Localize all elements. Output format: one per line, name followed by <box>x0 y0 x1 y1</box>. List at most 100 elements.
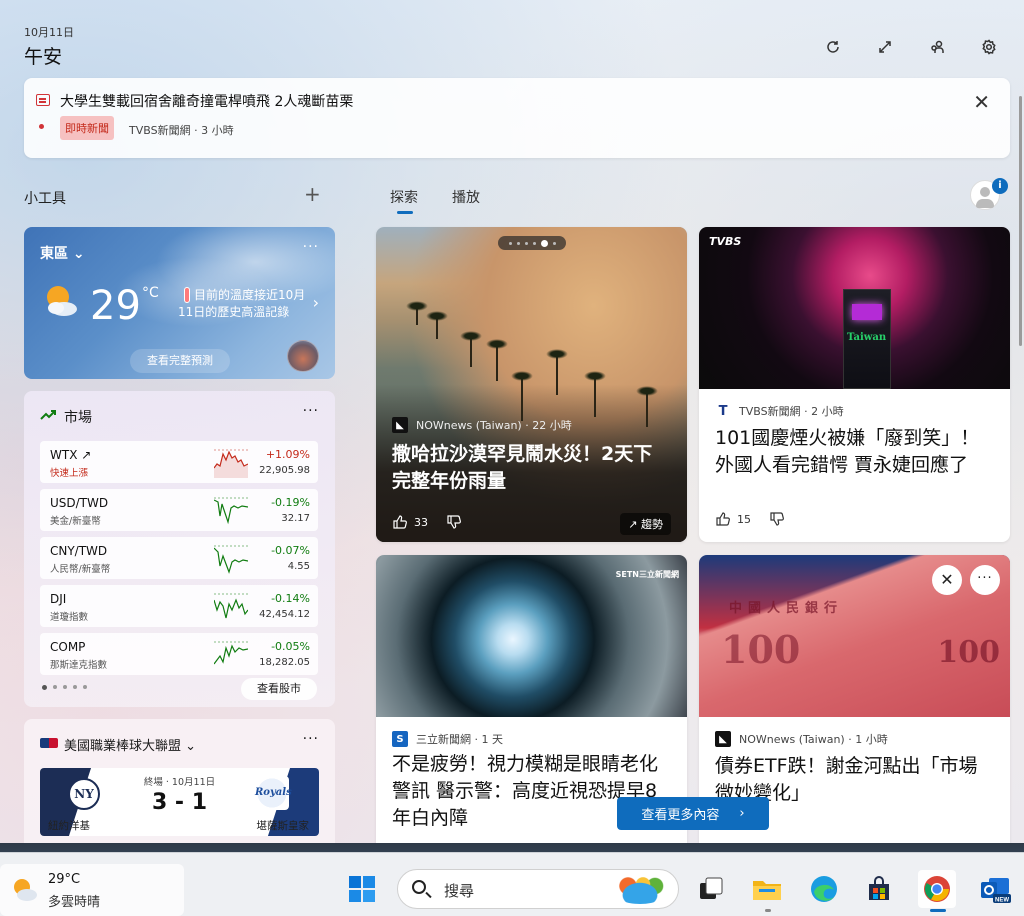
tab-explore[interactable]: 探索 <box>390 187 418 207</box>
search-icon <box>412 880 426 894</box>
svg-text:NEW: NEW <box>995 898 1009 904</box>
trending-badge: ↗ 趨勢 <box>620 513 671 535</box>
card-source: ◣ NOWnews (Taiwan) · 22 小時 <box>392 417 572 433</box>
news-icon <box>36 94 50 106</box>
ticker-value: 32.17 <box>281 513 310 524</box>
card-headline[interactable]: 101國慶煙火被嫌「廢到笑」！外國人看完錯愕 賈永婕回應了 <box>715 425 994 479</box>
ticker-name: 美金/新臺幣 <box>50 516 101 527</box>
tvbs-logo: T <box>715 403 731 419</box>
market-row[interactable]: WTX ↗ 快速上漲 +1.09% 22,905.98 <box>40 441 318 483</box>
edge-icon[interactable] <box>805 870 843 908</box>
ticker-change: -0.19% <box>271 496 310 509</box>
ticker-value: 4.55 <box>287 561 310 572</box>
ticker-change: -0.14% <box>271 592 310 605</box>
full-forecast-button[interactable]: 查看完整預測 <box>130 349 230 373</box>
banknotes-image: 中國人民銀行 100 100 <box>699 555 1010 717</box>
carousel-indicator[interactable] <box>498 236 566 250</box>
chevron-right-icon[interactable]: › <box>313 293 319 312</box>
sparkline-chart <box>214 545 248 574</box>
running-indicator <box>765 909 771 912</box>
breaking-news-title[interactable]: 大學生雙載回宿舍離奇撞電桿噴飛 2人魂斷苗栗 <box>60 91 353 111</box>
tab-active-indicator <box>397 211 413 214</box>
weather-map-thumbnail[interactable] <box>287 340 319 372</box>
team-left-name: 紐約洋基 <box>48 820 90 832</box>
thumbs-down-icon[interactable] <box>446 514 462 530</box>
weather-note[interactable]: 目前的溫度接近10月11日的歷史高溫記錄 <box>178 287 308 321</box>
news-card[interactable]: TVBS Taiwan T TVBS新聞網 · 2 小時 101國慶煙火被嫌「廢… <box>699 227 1010 542</box>
people-icon[interactable] <box>926 36 948 58</box>
bill-value-left: 100 <box>721 627 801 672</box>
add-widget-button[interactable]: + <box>304 182 321 206</box>
market-title: 市場 <box>64 410 92 426</box>
settings-icon[interactable] <box>978 36 1000 58</box>
close-icon[interactable]: ✕ <box>973 90 990 114</box>
ticker-value: 22,905.98 <box>259 465 310 476</box>
sparkline-chart <box>214 497 248 525</box>
thumbs-up-icon[interactable] <box>392 514 408 530</box>
ticker-name: 人民幣/新臺幣 <box>50 564 111 575</box>
ticker-symbol: USD/TWD <box>50 496 109 510</box>
ticker-symbol: COMP <box>50 640 86 654</box>
market-row[interactable]: DJI 道瓊指數 -0.14% 42,454.12 <box>40 585 318 627</box>
more-options-icon[interactable]: ··· <box>970 565 1000 595</box>
tab-play[interactable]: 播放 <box>452 187 480 207</box>
market-row[interactable]: CNY/TWD 人民幣/新臺幣 -0.07% 4.55 <box>40 537 318 579</box>
mlb-widget: 美國職業棒球大聯盟 ⌄ ··· NY Royals 終場 · 10月11日 3 … <box>24 719 335 843</box>
taipei-101-tower: Taiwan <box>843 289 891 389</box>
page-indicator[interactable] <box>42 685 87 690</box>
news-card-hero[interactable]: ◣ NOWnews (Taiwan) · 22 小時 撒哈拉沙漠罕見鬧水災！2天… <box>376 227 687 542</box>
file-explorer-icon[interactable] <box>748 870 786 908</box>
date-label: 10月11日 <box>24 26 74 39</box>
expand-icon[interactable] <box>874 36 896 58</box>
chrome-icon[interactable] <box>918 870 956 908</box>
weather-widget[interactable]: 東區 ⌄ ··· 29 °C 目前的溫度接近10月11日的歷史高溫記錄 › 查看… <box>24 227 335 379</box>
taskbar-weather-temp: 29°C <box>48 872 81 887</box>
card-source: S 三立新聞網 · 1 天 <box>392 731 503 747</box>
start-icon[interactable] <box>343 870 381 908</box>
sparkline-chart <box>214 593 248 619</box>
more-options-icon[interactable]: ··· <box>303 239 319 255</box>
search-placeholder: 搜尋 <box>444 882 475 900</box>
ticker-name: 快速上漲 <box>50 468 89 479</box>
live-dot <box>39 124 44 129</box>
game-score: 3 - 1 <box>151 790 208 815</box>
card-headline[interactable]: 撒哈拉沙漠罕見鬧水災！2天下完整年份雨量 <box>392 441 671 495</box>
market-row[interactable]: USD/TWD 美金/新臺幣 -0.19% 32.17 <box>40 489 318 531</box>
taskbar-weather-desc: 多雲時晴 <box>48 895 101 910</box>
weather-unit: °C <box>142 285 159 301</box>
greeting: 午安 <box>24 46 63 68</box>
scrollbar[interactable] <box>1019 96 1022 346</box>
ticker-name: 那斯達克指數 <box>50 660 108 671</box>
widgets-section-title: 小工具 <box>24 191 66 207</box>
dismiss-card-button[interactable]: ✕ <box>932 565 962 595</box>
refresh-icon[interactable] <box>822 36 844 58</box>
market-row[interactable]: COMP 那斯達克指數 -0.05% 18,282.05 <box>40 633 318 675</box>
task-view-icon[interactable] <box>692 870 730 908</box>
search-highlight-icon <box>610 874 670 904</box>
more-options-icon[interactable]: ··· <box>303 403 319 419</box>
ticker-change: +1.09% <box>265 448 310 461</box>
microsoft-store-icon[interactable] <box>860 870 898 908</box>
card-source: ◣ NOWnews (Taiwan) · 1 小時 <box>715 731 888 747</box>
tvbs-watermark: TVBS <box>709 235 742 248</box>
thumbs-down-icon[interactable] <box>769 511 785 527</box>
active-app-indicator <box>930 909 946 912</box>
see-more-button[interactable]: 查看更多內容 › <box>617 797 769 830</box>
breaking-news-banner[interactable]: 大學生雙載回宿舍離奇撞電桿噴飛 2人魂斷苗栗 即時新聞 TVBS新聞網 · 3 … <box>24 78 1010 158</box>
nownews-logo: ◣ <box>715 731 731 747</box>
weather-location[interactable]: 東區 ⌄ <box>40 243 85 263</box>
ticker-value: 18,282.05 <box>259 657 310 668</box>
taskbar-search-input[interactable]: 搜尋 <box>397 869 679 909</box>
mlb-title[interactable]: 美國職業棒球大聯盟 ⌄ <box>64 735 196 754</box>
see-stocks-button[interactable]: 查看股市 <box>241 678 317 700</box>
partly-cloudy-icon <box>14 879 37 901</box>
game-score-card[interactable]: NY Royals 終場 · 10月11日 3 - 1 紐約洋基 堪薩斯皇家 <box>40 768 319 836</box>
ticker-change: -0.05% <box>271 640 310 653</box>
mlb-logo <box>40 738 58 748</box>
outlook-new-icon[interactable]: NEW <box>976 870 1014 908</box>
more-options-icon[interactable]: ··· <box>303 731 319 747</box>
thumbs-up-icon[interactable] <box>715 511 731 527</box>
taskbar-weather-button[interactable]: 29°C 多雲時晴 <box>0 864 184 916</box>
nownews-logo: ◣ <box>392 417 408 433</box>
sparkline-chart <box>214 449 248 478</box>
